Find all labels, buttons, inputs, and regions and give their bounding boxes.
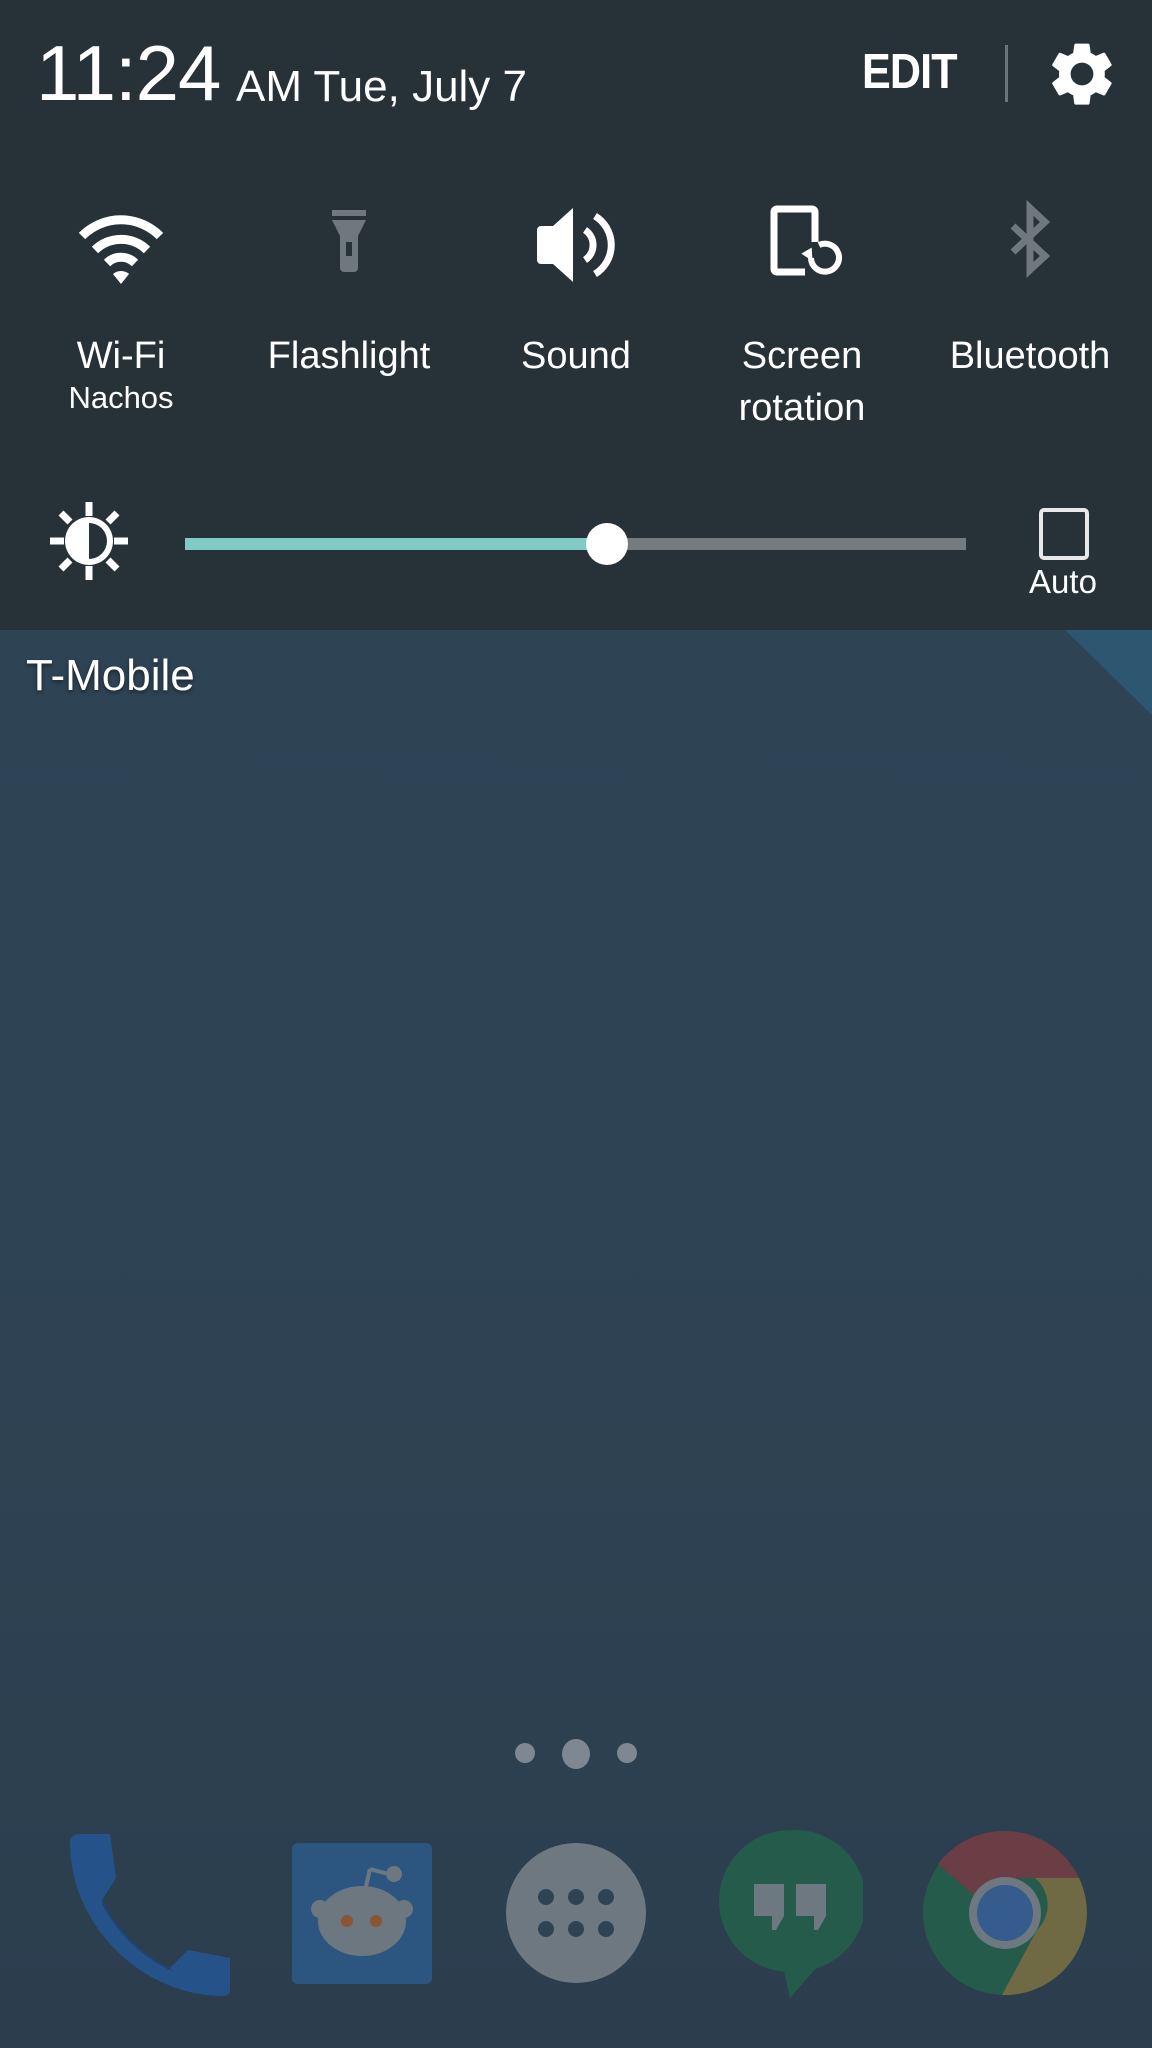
- page-indicator-dot-current: [562, 1739, 590, 1769]
- hangouts-icon[interactable]: [718, 1828, 863, 2000]
- tile-bluetooth[interactable]: Bluetooth: [920, 200, 1140, 382]
- screen-rotation-icon: [770, 205, 842, 276]
- tile-label: Sound: [521, 335, 631, 377]
- tile-label: Flashlight: [267, 335, 431, 377]
- tile-screen-rotation[interactable]: Screen rotation: [692, 200, 912, 434]
- page-indicator-dot: [617, 1743, 637, 1763]
- auto-brightness-checkbox[interactable]: [1039, 508, 1089, 560]
- app-drawer-icon[interactable]: [506, 1843, 646, 1984]
- tile-label: Wi-Fi: [76, 335, 166, 377]
- auto-brightness-label: Auto: [1029, 563, 1097, 600]
- tile-wifi[interactable]: Wi-Fi Nachos: [11, 200, 231, 416]
- tile-label: Bluetooth: [949, 335, 1111, 377]
- chrome-icon[interactable]: [922, 1830, 1088, 1996]
- brightness-slider-fill: [185, 538, 607, 550]
- flashlight-icon: [332, 210, 366, 272]
- tile-sound[interactable]: Sound: [466, 200, 686, 382]
- tile-label-line2: rotation: [738, 387, 866, 429]
- volume-icon: [537, 208, 615, 282]
- brightness-slider-thumb[interactable]: [586, 523, 628, 565]
- brightness-icon: [50, 502, 128, 580]
- wifi-icon: [78, 215, 164, 284]
- bluetooth-icon: [1010, 200, 1051, 279]
- clock-time: 11:24: [36, 29, 221, 117]
- carrier-label: T-Mobile: [26, 651, 195, 700]
- phone-icon[interactable]: [62, 1830, 237, 2000]
- tile-label: Screen rotation: [692, 330, 912, 434]
- reddit-icon[interactable]: [292, 1843, 432, 1984]
- tile-flashlight[interactable]: Flashlight: [239, 200, 459, 382]
- wifi-network-name: Nachos: [68, 380, 174, 415]
- page-indicator-dot: [515, 1743, 535, 1763]
- tile-label-line1: Screen: [741, 335, 863, 377]
- edit-button[interactable]: EDIT: [862, 47, 958, 97]
- reddit-alien-icon: [311, 1866, 413, 1956]
- clock-date[interactable]: AM Tue, July 7: [236, 62, 527, 112]
- header-divider: [1005, 45, 1008, 102]
- gear-icon[interactable]: [1044, 36, 1120, 112]
